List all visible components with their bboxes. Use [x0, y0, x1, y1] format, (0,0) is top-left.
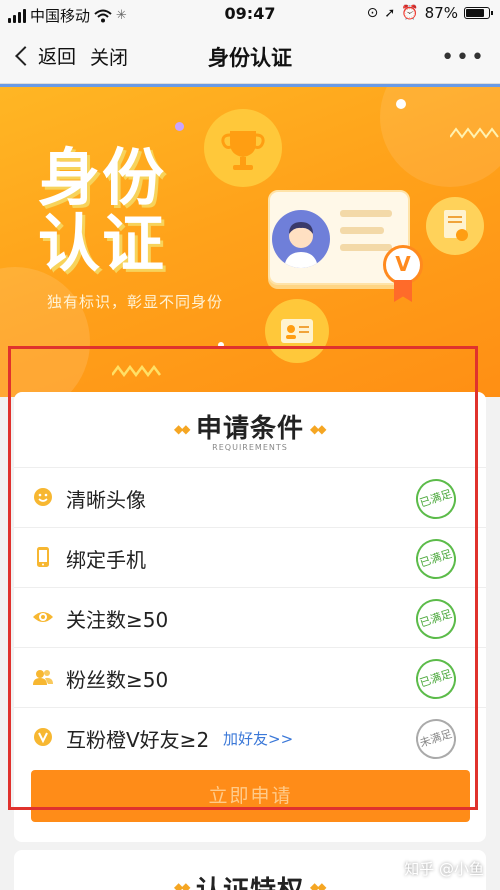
status-bar: 中国移动 ✳ 09:47 ⊙ ➚ ⏰ 87%: [0, 0, 500, 30]
back-button[interactable]: 返回: [12, 42, 76, 69]
battery-percent: 87%: [424, 4, 458, 22]
requirement-row: 绑定手机 已满足: [14, 527, 486, 587]
deco-circle: [0, 267, 90, 397]
requirements-title: 申请条件: [195, 414, 304, 444]
requirements-subtitle: REQUIREMENTS: [212, 443, 288, 452]
id-badge: [265, 299, 329, 363]
requirement-label: 互粉橙V好友≥2: [66, 728, 210, 752]
hero-title-line1: 身份: [38, 141, 167, 214]
zigzag-deco: [450, 127, 499, 139]
chevron-left-icon: [15, 45, 35, 66]
hero-title: 身份 认证: [38, 145, 166, 277]
requirement-row: 清晰头像 已满足: [14, 467, 486, 527]
requirement-label: 粉丝数≥50: [66, 668, 169, 692]
certificate-icon: [444, 210, 468, 241]
satisfied-stamp: 已满足: [410, 593, 462, 645]
add-friend-link[interactable]: 加好友>>: [223, 728, 293, 749]
back-label: 返回: [38, 46, 77, 68]
id-card-lines: [340, 210, 392, 261]
banner: 身份 认证 独有标识，彰显不同身份 V: [0, 87, 500, 397]
alarm-icon: ⏰: [401, 5, 419, 21]
hero-title-line2: 认证: [38, 207, 167, 280]
ribbon-icon: [394, 280, 412, 302]
phone-icon: [37, 547, 49, 567]
zigzag-deco: [112, 365, 161, 377]
requirement-row: 关注数≥50 已满足: [14, 587, 486, 647]
unsatisfied-stamp: 未满足: [410, 713, 462, 765]
avatar-illustration: [272, 210, 330, 268]
orange-v-icon: [34, 728, 52, 746]
certificate-badge: [426, 197, 484, 255]
battery-icon: [464, 7, 493, 19]
smiley-icon: [34, 488, 52, 506]
close-button[interactable]: 关闭: [90, 43, 128, 70]
rotation-lock-icon: ⊙: [366, 5, 379, 21]
requirement-row: 粉丝数≥50 已满足: [14, 647, 486, 707]
fans-icon: [33, 670, 53, 685]
requirements-card: ◆◆ ◆◆ 申请条件 REQUIREMENTS 清晰头像 已满足 绑定手机 已满…: [14, 392, 486, 842]
nav-bar: 返回 关闭 身份认证 •••: [0, 30, 500, 84]
requirement-row: 互粉橙V好友≥2 加好友>> 未满足: [14, 707, 486, 767]
more-menu-button[interactable]: •••: [441, 45, 486, 70]
deco-dot: [396, 99, 406, 109]
trophy-badge: [204, 109, 282, 187]
deco-dot: [218, 342, 224, 348]
hero-subtitle: 独有标识，彰显不同身份: [47, 293, 224, 311]
eye-icon: [33, 612, 53, 622]
satisfied-stamp: 已满足: [410, 653, 462, 705]
status-right: ⊙ ➚ ⏰ 87%: [366, 4, 493, 22]
requirement-label: 关注数≥50: [66, 608, 169, 632]
deco-dot: [175, 122, 184, 131]
id-card-icon: [281, 319, 313, 343]
person-icon: [284, 222, 318, 268]
requirement-label: 绑定手机: [66, 548, 146, 572]
satisfied-stamp: 已满足: [410, 533, 462, 585]
orange-v-badge: V: [383, 245, 423, 285]
trophy-icon: [221, 131, 265, 170]
apply-button[interactable]: 立即申请: [31, 770, 470, 822]
location-icon: ➚: [384, 5, 396, 21]
watermark: 知乎 @小鱼: [404, 860, 484, 878]
requirements-header: 申请条件 REQUIREMENTS: [14, 408, 486, 452]
satisfied-stamp: 已满足: [410, 473, 462, 525]
requirement-label: 清晰头像: [66, 488, 146, 512]
